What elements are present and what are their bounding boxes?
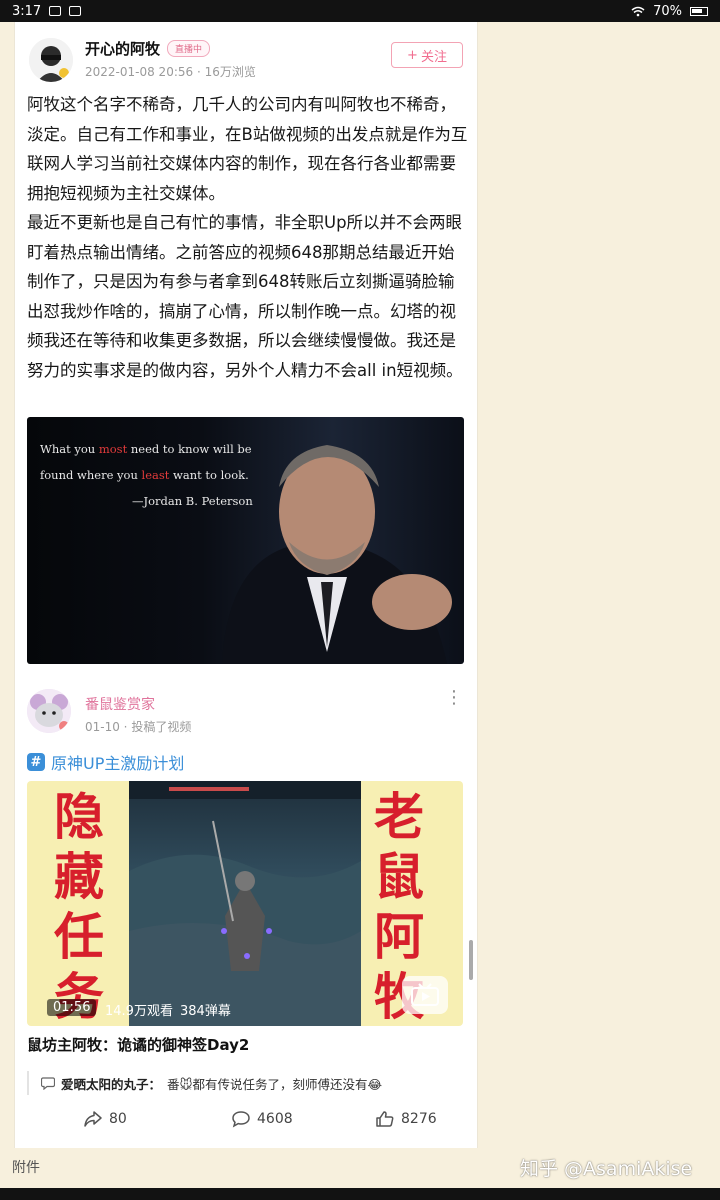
notification-icon (69, 6, 82, 16)
scrollbar-thumb[interactable] (469, 940, 473, 980)
video-thumbnail[interactable]: 隐 藏 任 务 老 鼠 阿 牧 01:56 14.9万观看 384弹幕 (27, 781, 463, 1026)
tv-play-icon (411, 983, 439, 1006)
author-name[interactable]: 开心的阿牧 (85, 38, 160, 59)
divider (15, 679, 477, 687)
portrait-image (222, 445, 452, 664)
hot-comment[interactable]: 爱晒太阳的丸子： 番🐭都有传说任务了，刻师傅还没有😂 (27, 1071, 455, 1095)
action-bar: 80 4608 8276 (27, 1110, 467, 1134)
video-post-meta: 01-10 · 投稿了视频 (85, 720, 192, 734)
thumbnail-left-text: 隐 藏 任 务 (54, 788, 104, 1026)
video-duration: 01:56 (47, 999, 97, 1016)
quote-image[interactable]: What you most need to know will be found… (27, 417, 464, 664)
view-count: 14.9万观看 (105, 1004, 173, 1019)
hashtag-icon: # (27, 753, 45, 771)
comment-icon (232, 1111, 250, 1128)
app-screen: 开心的阿牧 直播中 2022-01-08 20:56 · 16万浏览 + 关注 … (14, 22, 478, 1148)
comment-count: 4608 (257, 1111, 293, 1127)
video-author-name[interactable]: 番鼠鉴赏家 (85, 694, 155, 714)
share-icon (84, 1111, 102, 1127)
game-scene-image (129, 781, 361, 1026)
plus-icon: + (407, 47, 418, 63)
post-body: 阿牧这个名字不稀奇，几千人的公司内有叫阿牧也不稀奇，淡定。自己有工作和事业，在B… (27, 90, 469, 385)
like-count: 8276 (401, 1111, 437, 1127)
battery-percent: 70% (653, 3, 682, 19)
attachment-label: 附件 (12, 1160, 40, 1176)
status-time: 3:17 (12, 3, 42, 19)
post-paragraph: 最近不更新也是自己有忙的事情，非全职Up所以并不会两眼盯着热点输出情绪。之前答应… (27, 213, 463, 380)
status-bar: 3:17 70% (0, 0, 720, 22)
author-avatar[interactable] (29, 38, 73, 82)
comment-bubble-icon (41, 1076, 55, 1090)
danmaku-count: 384弹幕 (180, 1004, 231, 1019)
avatar-image (29, 38, 73, 82)
game-scene-art (129, 781, 361, 1026)
comment-text: 番🐭都有传说任务了，刻师傅还没有😂 (167, 1076, 383, 1092)
live-badge[interactable]: 直播中 (167, 40, 211, 57)
mouse-avatar-icon (27, 689, 71, 733)
comment-button[interactable]: 4608 (231, 1110, 293, 1128)
gallery-icon (49, 6, 62, 16)
battery-icon (690, 6, 708, 16)
post-paragraph: 阿牧这个名字不稀奇，几千人的公司内有叫阿牧也不稀奇，淡定。自己有工作和事业，在B… (27, 95, 468, 203)
system-nav-bar (0, 1188, 720, 1200)
topic-label: 原神UP主激励计划 (51, 754, 185, 773)
follow-label: 关注 (420, 49, 447, 65)
follow-button[interactable]: + 关注 (391, 42, 463, 68)
comment-user[interactable]: 爱晒太阳的丸子： (61, 1074, 161, 1093)
post-meta: 2022-01-08 20:56 · 16万浏览 (85, 65, 256, 79)
play-tv-icon[interactable] (402, 976, 448, 1014)
video-author-avatar[interactable] (27, 689, 71, 733)
share-button[interactable]: 80 (83, 1110, 127, 1128)
share-count: 80 (109, 1111, 127, 1127)
thumbs-up-icon (376, 1111, 394, 1127)
topic-tag[interactable]: # 原神UP主激励计划 (27, 750, 184, 774)
wifi-icon (631, 6, 645, 16)
video-title[interactable]: 鼠坊主阿牧：诡谲的御神签Day2 (27, 1034, 249, 1055)
more-options-icon[interactable]: ⋮ (445, 689, 463, 715)
zhihu-watermark: 知乎 @AsamiAkise (520, 1158, 693, 1180)
like-button[interactable]: 8276 (375, 1110, 437, 1128)
